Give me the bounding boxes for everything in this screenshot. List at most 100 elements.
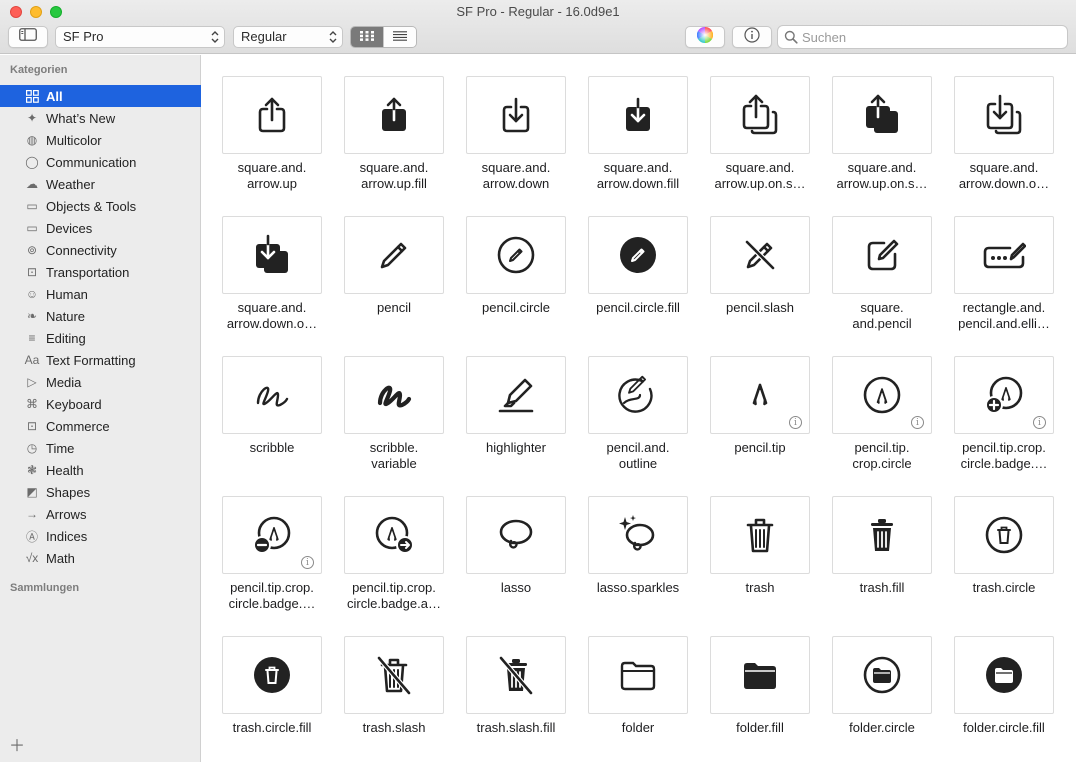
info-badge-icon[interactable]: i — [911, 416, 924, 429]
add-collection-button[interactable]: ＋ — [9, 732, 25, 756]
symbol-cell[interactable]: square. and.pencil — [832, 216, 932, 332]
sidebar-item-connectivity[interactable]: ⊚ Connectivity — [0, 239, 201, 261]
sidebar-item-time[interactable]: ◷ Time — [0, 437, 201, 459]
symbol-cell[interactable]: square.and. arrow.down.o… — [954, 76, 1054, 192]
sidebar-item-objects-tools[interactable]: ▭ Objects & Tools — [0, 195, 201, 217]
symbol-tile[interactable] — [466, 496, 566, 574]
symbol-cell[interactable]: folder.fill — [710, 636, 810, 736]
color-picker-button[interactable] — [685, 26, 725, 48]
symbol-cell[interactable]: lasso.sparkles — [588, 496, 688, 596]
symbol-tile[interactable] — [344, 356, 444, 434]
info-badge-icon[interactable]: i — [301, 556, 314, 569]
symbol-tile[interactable] — [832, 216, 932, 294]
symbol-tile[interactable] — [954, 636, 1054, 714]
symbol-cell[interactable]: square.and. arrow.down.o… — [222, 216, 322, 332]
symbol-tile[interactable] — [344, 636, 444, 714]
info-button[interactable] — [732, 26, 772, 48]
list-view-button[interactable] — [383, 27, 416, 47]
symbol-tile[interactable] — [466, 216, 566, 294]
sidebar-item-human[interactable]: ☺ Human — [0, 283, 201, 305]
symbol-tile[interactable] — [710, 216, 810, 294]
symbol-tile[interactable]: i — [832, 356, 932, 434]
search-input[interactable] — [802, 28, 1057, 46]
symbol-cell[interactable]: folder.circle — [832, 636, 932, 736]
sidebar-item-text-formatting[interactable]: Aa Text Formatting — [0, 349, 201, 371]
symbol-tile[interactable] — [832, 76, 932, 154]
symbol-cell[interactable]: i pencil.tip — [710, 356, 810, 456]
symbol-cell[interactable]: rectangle.and. pencil.and.elli… — [954, 216, 1054, 332]
symbol-tile[interactable] — [222, 76, 322, 154]
symbol-tile[interactable] — [832, 496, 932, 574]
sidebar-item-arrows[interactable]: → Arrows — [0, 503, 201, 525]
sidebar-item-weather[interactable]: ☁ Weather — [0, 173, 201, 195]
symbol-cell[interactable]: i pencil.tip.crop. circle.badge.… — [222, 496, 322, 612]
sidebar-item-communication[interactable]: ◯ Communication — [0, 151, 201, 173]
weight-popup[interactable]: Regular — [233, 26, 343, 48]
sidebar-item-multicolor[interactable]: ◍ Multicolor — [0, 129, 201, 151]
sidebar-item-nature[interactable]: ❧ Nature — [0, 305, 201, 327]
symbol-tile[interactable] — [954, 496, 1054, 574]
symbol-cell[interactable]: highlighter — [466, 356, 566, 456]
symbol-tile[interactable] — [222, 636, 322, 714]
sidebar-item-media[interactable]: ▷ Media — [0, 371, 201, 393]
symbol-tile[interactable]: i — [954, 356, 1054, 434]
symbol-cell[interactable]: i pencil.tip. crop.circle — [832, 356, 932, 472]
symbol-cell[interactable]: i pencil.tip.crop. circle.badge.… — [954, 356, 1054, 472]
symbol-cell[interactable]: scribble. variable — [344, 356, 444, 472]
symbol-tile[interactable] — [588, 496, 688, 574]
symbol-cell[interactable]: pencil.and. outline — [588, 356, 688, 472]
symbol-tile[interactable] — [588, 356, 688, 434]
symbol-cell[interactable]: scribble — [222, 356, 322, 456]
sidebar-item-all[interactable]: All — [0, 85, 201, 107]
sidebar-item-keyboard[interactable]: ⌘ Keyboard — [0, 393, 201, 415]
symbol-cell[interactable]: trash.slash — [344, 636, 444, 736]
sidebar-item-shapes[interactable]: ◩ Shapes — [0, 481, 201, 503]
symbol-tile[interactable] — [588, 636, 688, 714]
symbol-cell[interactable]: square.and. arrow.down.fill — [588, 76, 688, 192]
symbol-tile[interactable] — [344, 496, 444, 574]
info-badge-icon[interactable]: i — [789, 416, 802, 429]
symbol-cell[interactable]: square.and. arrow.up.on.s… — [832, 76, 932, 192]
symbol-cell[interactable]: trash.circle — [954, 496, 1054, 596]
symbol-tile[interactable] — [222, 216, 322, 294]
symbol-cell[interactable]: folder — [588, 636, 688, 736]
symbol-cell[interactable]: square.and. arrow.up — [222, 76, 322, 192]
symbol-tile[interactable] — [344, 76, 444, 154]
symbol-tile[interactable] — [466, 636, 566, 714]
symbol-cell[interactable]: square.and. arrow.up.on.s… — [710, 76, 810, 192]
symbol-tile[interactable] — [344, 216, 444, 294]
sidebar-item-health[interactable]: ❃ Health — [0, 459, 201, 481]
symbol-tile[interactable] — [466, 76, 566, 154]
symbol-cell[interactable]: square.and. arrow.down — [466, 76, 566, 192]
symbol-cell[interactable]: trash.circle.fill — [222, 636, 322, 736]
sidebar-item-what-s-new[interactable]: ✦ What’s New — [0, 107, 201, 129]
toggle-sidebar-button[interactable] — [8, 26, 48, 48]
symbol-cell[interactable]: pencil.circle — [466, 216, 566, 316]
symbol-tile[interactable] — [222, 356, 322, 434]
symbol-tile[interactable]: i — [710, 356, 810, 434]
symbol-cell[interactable]: trash.slash.fill — [466, 636, 566, 736]
symbol-cell[interactable]: pencil — [344, 216, 444, 316]
sidebar-item-indices[interactable]: Ⓐ Indices — [0, 525, 201, 547]
font-popup[interactable]: SF Pro — [55, 26, 225, 48]
symbol-tile[interactable] — [710, 636, 810, 714]
symbol-cell[interactable]: pencil.tip.crop. circle.badge.a… — [344, 496, 444, 612]
grid-view-button[interactable] — [351, 27, 383, 47]
sidebar-item-devices[interactable]: ▭ Devices — [0, 217, 201, 239]
info-badge-icon[interactable]: i — [1033, 416, 1046, 429]
symbol-tile[interactable] — [588, 216, 688, 294]
symbol-tile[interactable] — [710, 496, 810, 574]
symbol-cell[interactable]: trash.fill — [832, 496, 932, 596]
sidebar-item-editing[interactable]: ≡ Editing — [0, 327, 201, 349]
sidebar-item-math[interactable]: √x Math — [0, 547, 201, 569]
symbol-cell[interactable]: trash — [710, 496, 810, 596]
symbol-cell[interactable]: lasso — [466, 496, 566, 596]
sidebar-item-transportation[interactable]: ⊡ Transportation — [0, 261, 201, 283]
symbol-cell[interactable]: pencil.circle.fill — [588, 216, 688, 316]
symbol-tile[interactable]: i — [222, 496, 322, 574]
symbol-cell[interactable]: square.and. arrow.up.fill — [344, 76, 444, 192]
symbol-tile[interactable] — [588, 76, 688, 154]
symbol-tile[interactable] — [832, 636, 932, 714]
symbol-cell[interactable]: pencil.slash — [710, 216, 810, 316]
symbol-tile[interactable] — [954, 216, 1054, 294]
